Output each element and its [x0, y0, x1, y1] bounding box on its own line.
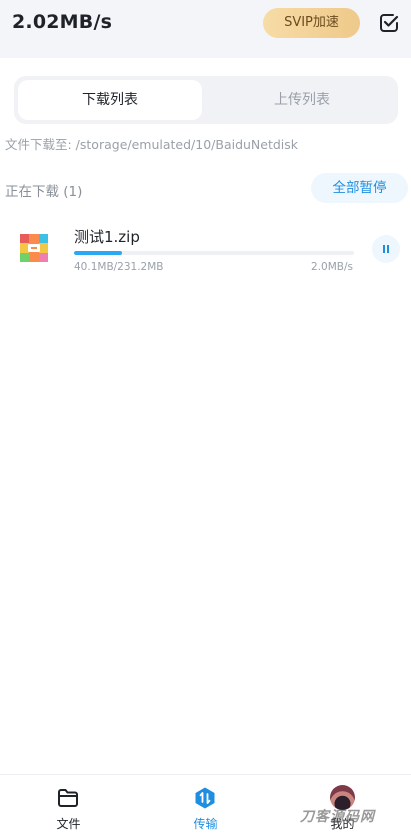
- nav-label-files: 文件: [56, 817, 81, 831]
- pause-icon[interactable]: [372, 235, 400, 263]
- progress-fill: [74, 251, 123, 255]
- transfer-icon: [193, 786, 217, 810]
- transfer-panel: 下载列表 上传列表 文件下载至: /storage/emulated/10/Ba…: [0, 58, 411, 774]
- checkbox-icon[interactable]: [378, 12, 400, 34]
- pause-bar-left: [383, 245, 385, 253]
- svip-boost-button[interactable]: SVIP加速: [263, 8, 360, 38]
- tab-download-list[interactable]: 下载列表: [18, 80, 202, 120]
- top-bar: 2.02MB/s SVIP加速: [0, 0, 411, 58]
- downloading-section-title: 正在下载 (1): [5, 184, 83, 200]
- nav-item-transfer[interactable]: 传输: [137, 775, 274, 836]
- pause-bar-right: [387, 245, 389, 253]
- total-speed: 2.02MB/s: [12, 11, 113, 33]
- file-speed: 2.0MB/s: [311, 261, 353, 273]
- nav-label-transfer: 传输: [193, 817, 218, 831]
- zip-archive-icon: [20, 234, 48, 262]
- progress-bar: [74, 251, 354, 255]
- tab-upload-list[interactable]: 上传列表: [210, 80, 394, 120]
- download-path: 文件下载至: /storage/emulated/10/BaiduNetdisk: [5, 137, 299, 152]
- pause-all-button[interactable]: 全部暂停: [311, 173, 408, 203]
- transfer-tabs: 下载列表 上传列表: [14, 76, 398, 124]
- nav-item-files[interactable]: 文件: [0, 775, 137, 836]
- file-name: 测试1.zip: [74, 228, 140, 246]
- folder-icon: [56, 786, 80, 810]
- watermark: 刀客源码网: [300, 809, 375, 825]
- file-progress-size: 40.1MB/231.2MB: [74, 261, 164, 273]
